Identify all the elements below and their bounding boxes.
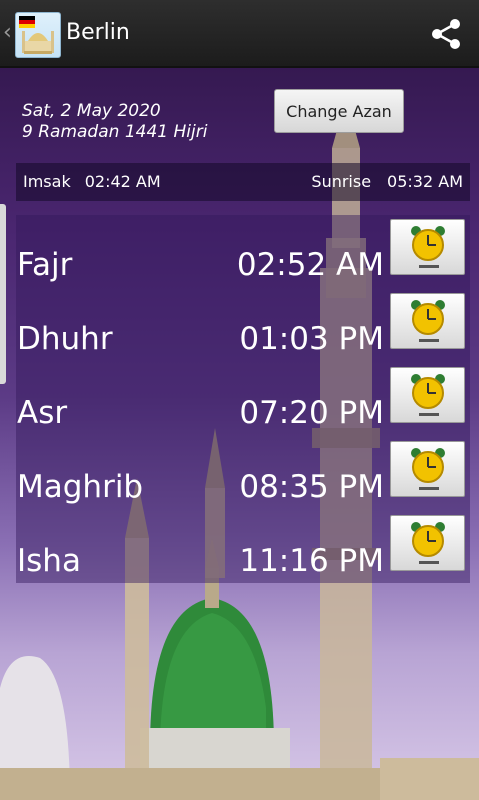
prayer-times-panel: Fajr 02:52 AM Dhuhr 01:03 PM Asr 07:20 P…	[16, 215, 470, 583]
prayer-row-maghrib: Maghrib 08:35 PM	[16, 437, 470, 511]
prayer-time: 08:35 PM	[239, 469, 384, 505]
prayer-name: Maghrib	[17, 469, 144, 505]
share-icon[interactable]	[428, 16, 464, 52]
prayer-name: Fajr	[17, 247, 73, 283]
alarm-clock-icon	[411, 448, 445, 483]
gregorian-date: Sat, 2 May 2020	[22, 101, 161, 121]
city-title: Berlin	[66, 20, 130, 45]
drawer-handle[interactable]	[0, 204, 6, 384]
change-azan-button[interactable]: Change Azan	[274, 89, 404, 133]
imsak-time: 02:42 AM	[84, 172, 161, 191]
prayer-time: 01:03 PM	[239, 321, 384, 357]
prayer-time: 02:52 AM	[236, 247, 384, 283]
alarm-clock-icon	[411, 522, 445, 557]
alarm-button-fajr[interactable]	[390, 219, 465, 275]
alarm-clock-icon	[411, 226, 445, 261]
prayer-name: Asr	[17, 395, 68, 431]
prayer-time: 07:20 PM	[239, 395, 384, 431]
mosque-icon[interactable]	[15, 12, 61, 58]
prayer-row-fajr: Fajr 02:52 AM	[16, 215, 470, 289]
action-bar: ‹ Berlin	[0, 0, 479, 68]
alarm-button-maghrib[interactable]	[390, 441, 465, 497]
sunrise-time: 05:32 AM	[387, 172, 463, 191]
prayer-row-dhuhr: Dhuhr 01:03 PM	[16, 289, 470, 363]
date-block: Sat, 2 May 2020 9 Ramadan 1441 Hijri	[22, 101, 207, 143]
alarm-clock-icon	[411, 300, 445, 335]
alarm-button-isha[interactable]	[390, 515, 465, 571]
prayer-name: Dhuhr	[17, 321, 113, 357]
imsak-sunrise-bar: Imsak 02:42 AM Sunrise 05:32 AM	[16, 163, 470, 201]
germany-flag-icon	[19, 16, 35, 28]
prayer-time: 11:16 PM	[239, 543, 384, 579]
up-chevron-icon[interactable]: ‹	[3, 20, 12, 46]
prayer-row-isha: Isha 11:16 PM	[16, 511, 470, 585]
prayer-row-asr: Asr 07:20 PM	[16, 363, 470, 437]
alarm-button-dhuhr[interactable]	[390, 293, 465, 349]
hijri-date: 9 Ramadan 1441 Hijri	[22, 122, 208, 142]
prayer-name: Isha	[17, 543, 81, 579]
alarm-clock-icon	[411, 374, 445, 409]
alarm-button-asr[interactable]	[390, 367, 465, 423]
imsak-label: Imsak	[23, 172, 71, 191]
sunrise-label: Sunrise	[311, 172, 372, 191]
